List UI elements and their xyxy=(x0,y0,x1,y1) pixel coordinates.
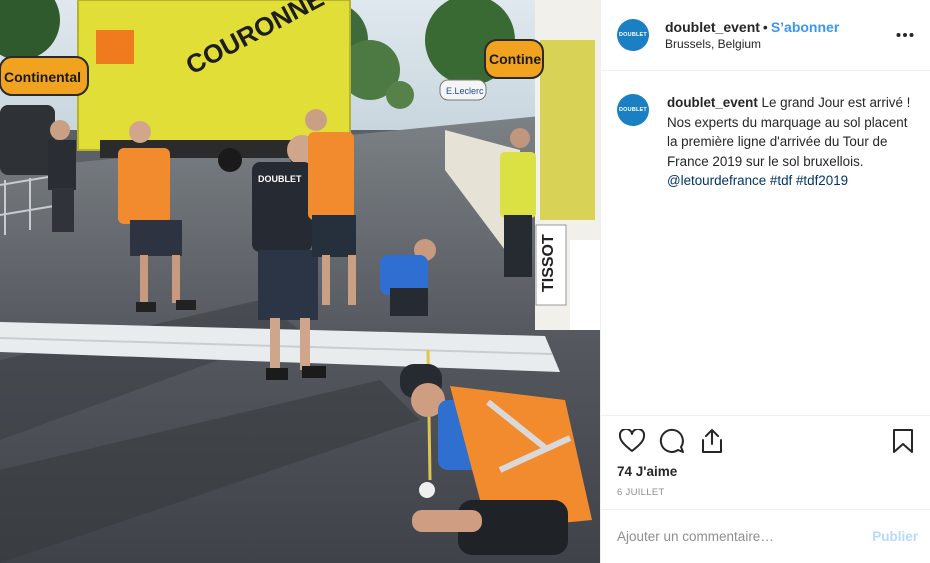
profile-avatar[interactable]: DOUBLET xyxy=(617,19,649,51)
instagram-post: COURONNE TISSOT Continental Contine E.Le… xyxy=(0,0,930,563)
caption-username[interactable]: doublet_event xyxy=(667,95,758,110)
heart-icon[interactable] xyxy=(617,426,647,456)
caption-hashtags[interactable]: @letourdefrance #tdf #tdf2019 xyxy=(667,173,848,188)
follow-button[interactable]: S’abonner xyxy=(771,19,839,35)
more-options-icon[interactable] xyxy=(894,24,916,46)
photo-scene: COURONNE TISSOT Continental Contine E.Le… xyxy=(0,0,600,563)
action-icons xyxy=(617,426,914,456)
post-photo[interactable]: COURONNE TISSOT Continental Contine E.Le… xyxy=(0,0,600,563)
post-date: 6 JUILLET xyxy=(617,487,665,498)
avatar-text: DOUBLET xyxy=(619,32,647,38)
caption-avatar-text: DOUBLET xyxy=(619,107,647,113)
banner-left: Continental xyxy=(4,69,81,85)
publish-button[interactable]: Publier xyxy=(872,529,918,544)
likes-count[interactable]: 74 J'aime xyxy=(617,464,914,479)
header-separator: • xyxy=(762,19,768,35)
caption-text-block: doublet_event Le grand Jour est arrivé !… xyxy=(667,93,914,415)
leclerc-sign: E.Leclerc xyxy=(446,86,484,96)
post-header: DOUBLET doublet_event • S’abonner Brussels… xyxy=(601,0,930,71)
vest-text: DOUBLET xyxy=(258,174,302,184)
location-link[interactable]: Brussels, Belgium xyxy=(665,36,894,52)
comment-box: Publier xyxy=(601,509,930,563)
actions-section: 74 J'aime 6 JUILLET xyxy=(601,415,930,509)
comment-input[interactable] xyxy=(617,529,873,544)
share-icon[interactable] xyxy=(697,426,727,456)
post-sidebar: DOUBLET doublet_event • S’abonner Brussels… xyxy=(600,0,930,563)
header-line: doublet_event • S’abonner xyxy=(665,18,894,36)
comment-icon[interactable] xyxy=(657,426,687,456)
tissot-sign: TISSOT xyxy=(540,234,557,292)
header-text: doublet_event • S’abonner Brussels, Belgiu… xyxy=(665,18,894,52)
caption: DOUBLET doublet_event Le grand Jour est … xyxy=(601,71,930,415)
header-username[interactable]: doublet_event xyxy=(665,19,760,35)
banner-right: Contine xyxy=(489,51,541,67)
caption-avatar[interactable]: DOUBLET xyxy=(617,94,649,126)
bookmark-icon[interactable] xyxy=(888,426,918,456)
